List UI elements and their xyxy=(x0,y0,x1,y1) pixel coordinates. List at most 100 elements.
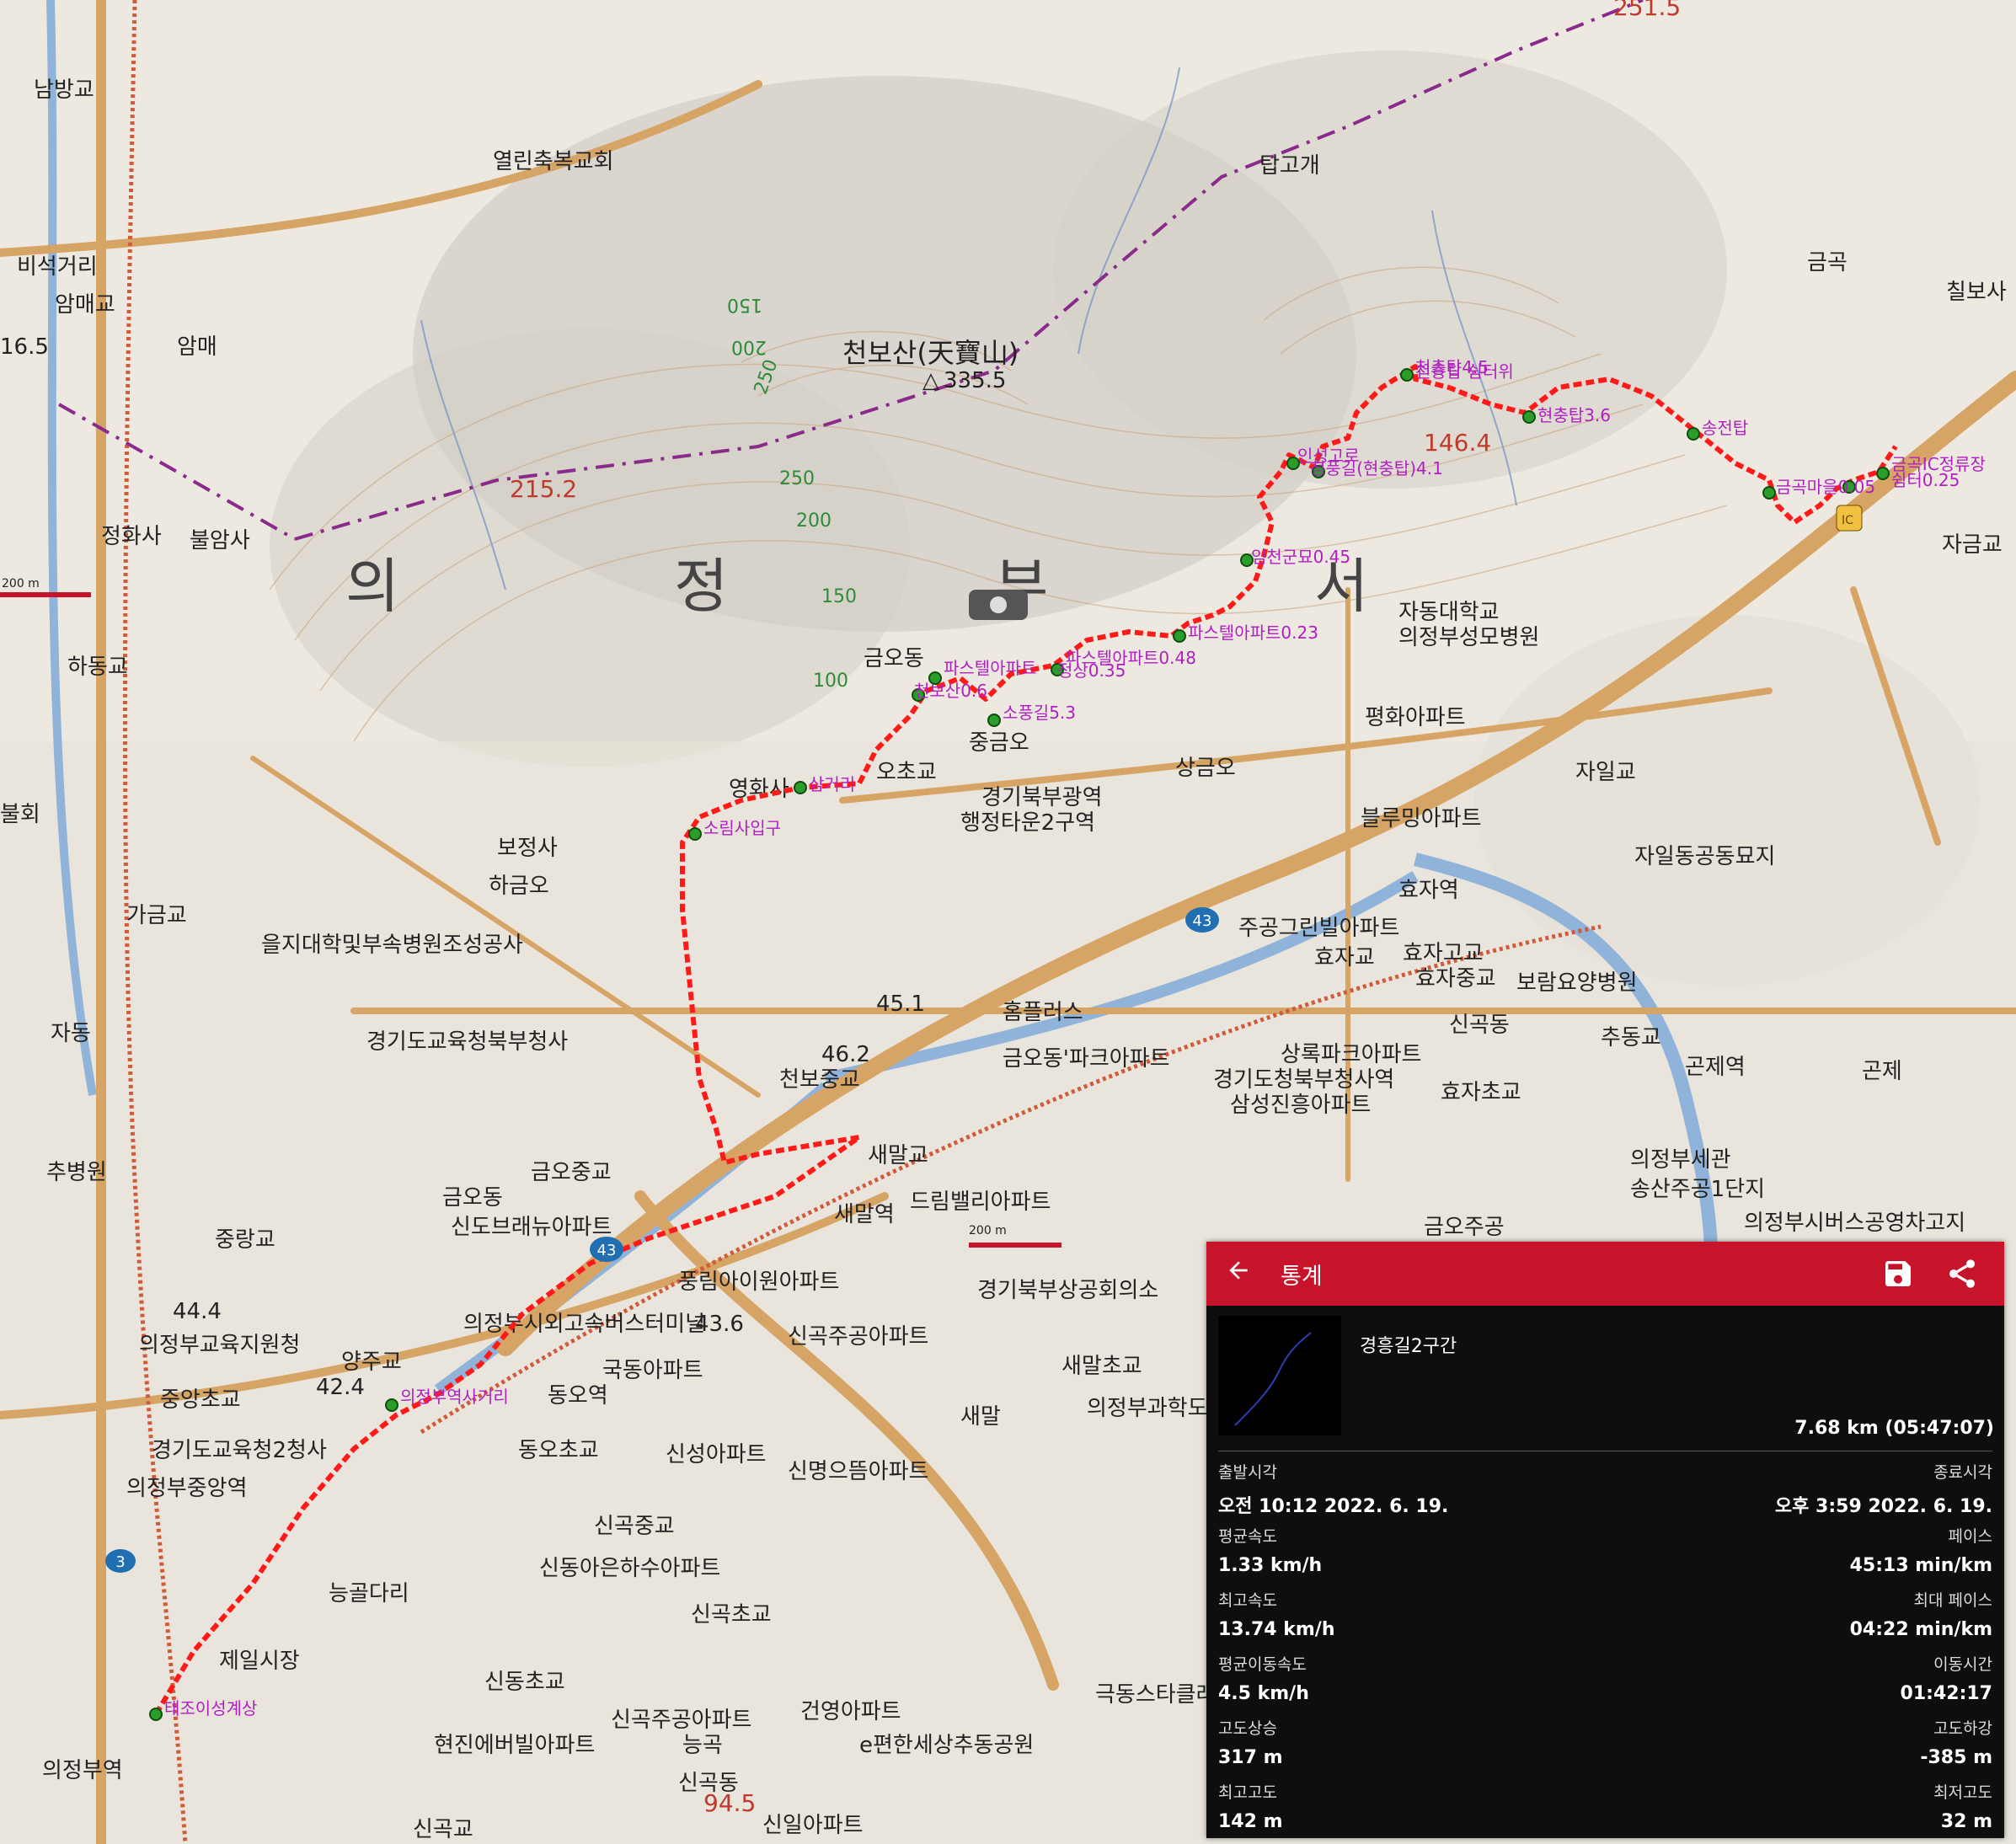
waypoint-label: 파스텔아파트 xyxy=(944,658,1036,678)
place-label: 주공그린빌아파트 xyxy=(1238,916,1399,941)
place-label: 암매 xyxy=(177,334,217,360)
place-label: 동오역 xyxy=(548,1383,608,1408)
stat-row: 평균이동속도 4.5 km/h 이동시간 01:42:17 xyxy=(1206,1647,2004,1711)
svg-text:200 m: 200 m xyxy=(2,577,40,591)
stat-row: 평균속도 1.33 km/h 페이스 45:13 min/km xyxy=(1206,1519,2004,1583)
place-label: 새말 xyxy=(960,1404,1001,1430)
camera-icon[interactable] xyxy=(969,590,1028,620)
place-label: 추병원 xyxy=(46,1160,107,1185)
track-thumbnail xyxy=(1218,1316,1341,1435)
stat-value: 45:13 min/km xyxy=(1849,1555,1992,1576)
spot-height: 251.5 xyxy=(1613,0,1681,21)
place-label: 곤제 xyxy=(1862,1059,1902,1084)
place-label: 보정사 xyxy=(497,836,558,861)
stat-row: 고도상승 317 m 고도하강 -385 m xyxy=(1206,1711,2004,1775)
contour-label: 150 xyxy=(821,586,857,607)
place-label: 건영아파트 xyxy=(800,1699,901,1724)
place-label: 현진에버빌아파트 xyxy=(434,1733,595,1758)
waypoint-label: 송전탑 xyxy=(1702,418,1748,438)
place-label: 중금오 xyxy=(969,730,1029,756)
place-label: 오초교 xyxy=(876,760,937,785)
place-label: 정화사 xyxy=(101,524,162,549)
place-label: 새말초교 xyxy=(1061,1354,1142,1379)
svg-text:3: 3 xyxy=(115,1553,125,1571)
place-label: 의정부교육지원청 xyxy=(139,1333,300,1358)
stat-row: 최고고도 142 m 최저고도 32 m xyxy=(1206,1775,2004,1839)
place-label: 의정부역 xyxy=(42,1758,123,1783)
place-label: 블루밍아파트 xyxy=(1361,806,1482,831)
place-label: 신곡중교 xyxy=(594,1514,675,1539)
stat-value: 01:42:17 xyxy=(1900,1683,1992,1704)
waypoint-label: 정상0.35 xyxy=(1057,660,1126,681)
place-label: 천보중교 xyxy=(779,1067,860,1093)
place-label: 곤제역 xyxy=(1685,1055,1746,1080)
share-button[interactable] xyxy=(1938,1250,1986,1297)
place-label: 금곡 xyxy=(1807,250,1848,275)
place-label: 신동아은하수아파트 xyxy=(539,1556,720,1581)
waypoint-label: 현충탑3.6 xyxy=(1537,405,1611,425)
stat-label: 종료시각 xyxy=(1933,1463,1992,1482)
place-label: 금오주공 xyxy=(1424,1215,1505,1240)
track-summary-row[interactable]: 경흥길2구간 7.68 km (05:47:07) xyxy=(1206,1306,2004,1444)
place-label: 을지대학및부속병원조성공사 xyxy=(261,933,523,958)
waypoint-label: 태조이성계상 xyxy=(164,1698,257,1718)
waypoint-label: 소풍길5.3 xyxy=(1003,703,1076,723)
stat-label: 이동시간 xyxy=(1933,1655,1992,1674)
place-label: 신곡교 xyxy=(413,1817,473,1842)
place-label: 효자교 xyxy=(1314,945,1375,970)
place-label: 동오초교 xyxy=(518,1438,599,1463)
stat-label: 페이스 xyxy=(1948,1527,1992,1546)
place-label: 하동교 xyxy=(67,655,128,680)
place-label: 신도브래뉴아파트 xyxy=(451,1215,612,1240)
place-label: 의정부세관 xyxy=(1630,1147,1731,1173)
route-shield: 3 xyxy=(105,1549,136,1573)
place-label: 자동 xyxy=(51,1021,91,1046)
track-distance-duration: 7.68 km (05:47:07) xyxy=(1794,1418,1994,1439)
place-label: 금오동'파크아파트 xyxy=(1003,1046,1170,1072)
place-label: 탑고개 xyxy=(1259,153,1320,179)
spot-height: 215.2 xyxy=(510,475,577,503)
waypoint-label: 금곡IC정류장 xyxy=(1891,454,1986,474)
place-label: 자일교 xyxy=(1575,760,1636,785)
waypoint-label: 천보산0.6 xyxy=(914,681,987,701)
place-label: 삼성진흥아파트 xyxy=(1230,1093,1371,1118)
stat-label: 최고속도 xyxy=(1218,1591,1277,1610)
place-label: 신일아파트 xyxy=(762,1813,864,1838)
place-label: 상금오 xyxy=(1175,756,1236,781)
place-label: 자동대학교 xyxy=(1398,600,1500,625)
place-label: 홈플러스 xyxy=(1003,1000,1083,1025)
place-label: 국동아파트 xyxy=(602,1358,703,1383)
place-label: 극동스타클래 xyxy=(1095,1682,1217,1708)
contour-label: 100 xyxy=(813,671,848,692)
stat-value: 317 m xyxy=(1218,1747,1283,1768)
route-shield: 43 xyxy=(590,1237,623,1262)
place-label: 효자고교 xyxy=(1403,941,1484,966)
place-label: 신곡동 xyxy=(678,1771,739,1796)
interchange-icon: IC xyxy=(1836,505,1863,532)
stat-label: 최고고도 xyxy=(1218,1783,1277,1802)
place-label: 16.5 xyxy=(0,334,49,360)
place-label: 보람요양병원 xyxy=(1516,970,1638,996)
place-label: 가금교 xyxy=(126,903,187,928)
place-label: 의정부시버스공영차고지 xyxy=(1744,1211,1965,1236)
track-name: 경흥길2구간 xyxy=(1360,1336,1457,1357)
place-label: 의정부성모병원 xyxy=(1398,625,1539,650)
back-button[interactable] xyxy=(1225,1257,1262,1291)
place-label: 중앙초교 xyxy=(160,1387,241,1413)
stat-row: 최고속도 13.74 km/h 최대 페이스 04:22 min/km xyxy=(1206,1583,2004,1647)
place-label: 암매교 xyxy=(55,292,115,318)
waypoint-label: 소림사입구 xyxy=(703,818,781,838)
save-button[interactable] xyxy=(1874,1250,1922,1297)
waypoint-label: 천층탑 쉼터위 xyxy=(1415,361,1514,382)
contour-label: 200 xyxy=(731,336,767,357)
place-label: 의정부과학도 xyxy=(1087,1396,1208,1421)
contour-label: 150 xyxy=(727,294,762,315)
place-label: 44.4 xyxy=(173,1299,222,1324)
peak-elevation: 335.5 xyxy=(944,368,1006,393)
spot-height: 146.4 xyxy=(1424,429,1491,457)
stat-label: 고도하강 xyxy=(1933,1719,1992,1738)
peak-triangle-icon: △ xyxy=(922,368,939,393)
panel-title: 통계 xyxy=(1281,1263,1323,1290)
place-label: 금오동 xyxy=(864,646,924,671)
stat-label: 최저고도 xyxy=(1933,1783,1992,1802)
